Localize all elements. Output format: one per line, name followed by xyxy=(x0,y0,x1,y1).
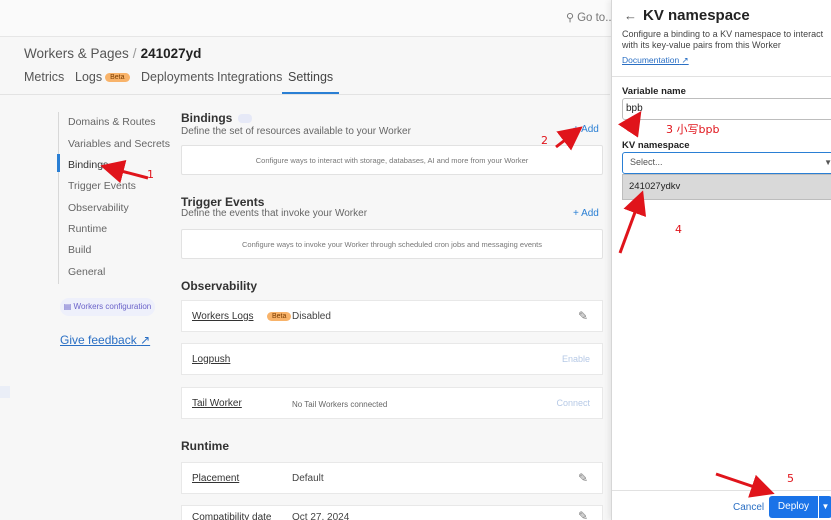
nav-general[interactable]: General xyxy=(68,266,105,278)
kv-namespace-option[interactable]: 241027ydkv xyxy=(622,174,831,200)
workers-logs-row: Workers Logs Beta Disabled ✎ xyxy=(181,300,603,332)
annotation-label-3: 3 小写bpb xyxy=(666,123,720,136)
cancel-button[interactable]: Cancel xyxy=(733,502,764,513)
annotation-label-5: 5 xyxy=(787,472,794,485)
bindings-title: Bindings xyxy=(181,111,253,125)
nav-bindings[interactable]: Bindings xyxy=(68,159,108,171)
deploy-button[interactable]: Deploy xyxy=(769,496,818,518)
breadcrumb: Workers & Pages/241027yd xyxy=(24,46,202,61)
panel-description: Configure a binding to a KV namespace to… xyxy=(622,29,824,50)
kv-namespace-panel: ← KV namespace Configure a binding to a K… xyxy=(611,0,831,520)
chevron-down-icon: ▼ xyxy=(824,158,831,167)
bindings-subtitle: Define the set of resources available to… xyxy=(181,126,411,137)
annotation-label-1: 1 xyxy=(147,168,154,181)
nav-rail xyxy=(58,112,59,284)
placement-label[interactable]: Placement xyxy=(192,473,239,484)
tail-worker-connect-button[interactable]: Connect xyxy=(556,398,590,408)
trigger-empty-state: Configure ways to invoke your Worker thr… xyxy=(181,229,603,259)
edit-pencil-icon[interactable]: ✎ xyxy=(578,471,588,485)
divider xyxy=(0,94,610,95)
compatibility-date-label[interactable]: Compatibility date xyxy=(192,512,271,520)
doc-icon: ▤ xyxy=(63,302,74,311)
annotation-label-4: 4 xyxy=(675,223,682,236)
breadcrumb-current: 241027yd xyxy=(140,46,202,61)
bindings-add-button[interactable]: + Add xyxy=(573,124,599,135)
give-feedback-link[interactable]: Give feedback ↗ xyxy=(60,333,150,347)
tab-metrics[interactable]: Metrics xyxy=(24,70,64,94)
info-icon xyxy=(238,114,253,124)
beta-badge: Beta xyxy=(267,312,292,321)
nav-trigger-events[interactable]: Trigger Events xyxy=(68,180,136,192)
documentation-link[interactable]: Documentation ↗ xyxy=(622,55,689,66)
annotation-arrow-1 xyxy=(100,159,149,184)
panel-title: ← KV namespace xyxy=(624,7,750,24)
variable-name-label: Variable name xyxy=(622,86,686,97)
trigger-add-button[interactable]: + Add xyxy=(573,208,599,219)
search-icon: ⚲ xyxy=(566,12,575,24)
tail-worker-row: Tail Worker No Tail Workers connected Co… xyxy=(181,387,603,419)
beta-badge: Beta xyxy=(105,73,130,83)
nav-build[interactable]: Build xyxy=(68,244,91,256)
workers-logs-label[interactable]: Workers Logs xyxy=(192,311,254,322)
divider xyxy=(612,490,831,491)
placement-row: Placement Default ✎ xyxy=(181,462,603,494)
logpush-row: Logpush Enable xyxy=(181,343,603,375)
runtime-title: Runtime xyxy=(181,439,229,453)
edit-pencil-icon[interactable]: ✎ xyxy=(578,509,588,520)
workers-configuration-badge[interactable]: ▤ Workers configuration xyxy=(60,298,155,316)
back-arrow-icon[interactable]: ← xyxy=(624,8,637,23)
tab-integrations[interactable]: Integrations xyxy=(217,70,282,94)
observability-title: Observability xyxy=(181,279,258,293)
logpush-label[interactable]: Logpush xyxy=(192,354,230,365)
breadcrumb-parent[interactable]: Workers & Pages xyxy=(24,46,129,61)
nav-variables-secrets[interactable]: Variables and Secrets xyxy=(68,138,170,150)
kv-namespace-label: KV namespace xyxy=(622,140,690,151)
nav-domains-routes[interactable]: Domains & Routes xyxy=(68,116,156,128)
tab-settings[interactable]: Settings xyxy=(282,70,340,94)
nav-observability[interactable]: Observability xyxy=(68,202,129,214)
external-link-icon: ↗ xyxy=(681,55,689,65)
nav-runtime[interactable]: Runtime xyxy=(68,223,107,235)
edge-marker xyxy=(0,386,10,398)
trigger-title: Trigger Events xyxy=(181,195,265,209)
deploy-options-chevron-icon[interactable]: ▼ xyxy=(819,496,831,518)
edit-pencil-icon[interactable]: ✎ xyxy=(578,309,588,323)
logpush-enable-button[interactable]: Enable xyxy=(562,354,590,364)
annotation-label-2: 2 xyxy=(541,134,548,147)
compatibility-date-row: Compatibility date Oct 27, 2024 ✎ xyxy=(181,505,603,520)
nav-active-indicator xyxy=(57,154,60,172)
kv-namespace-select[interactable]: Select... ▼ xyxy=(622,152,831,174)
compatibility-date-value: Oct 27, 2024 xyxy=(292,512,350,520)
trigger-subtitle: Define the events that invoke your Worke… xyxy=(181,208,368,219)
tab-logs[interactable]: Logs Beta xyxy=(75,70,130,94)
goto-search[interactable]: ⚲ Go to... xyxy=(566,11,615,24)
tail-worker-label[interactable]: Tail Worker xyxy=(192,398,242,409)
external-link-icon: ↗ xyxy=(140,333,151,347)
tail-worker-value: No Tail Workers connected xyxy=(292,400,388,409)
placement-value: Default xyxy=(292,473,324,484)
workers-logs-value: Disabled xyxy=(292,311,331,322)
tab-bar: Metrics Logs Beta Deployments Integration… xyxy=(0,70,610,94)
bindings-empty-state: Configure ways to interact with storage,… xyxy=(181,145,603,175)
divider xyxy=(612,76,831,77)
tab-deployments[interactable]: Deployments xyxy=(141,70,214,94)
variable-name-input[interactable]: bpb xyxy=(622,98,831,120)
